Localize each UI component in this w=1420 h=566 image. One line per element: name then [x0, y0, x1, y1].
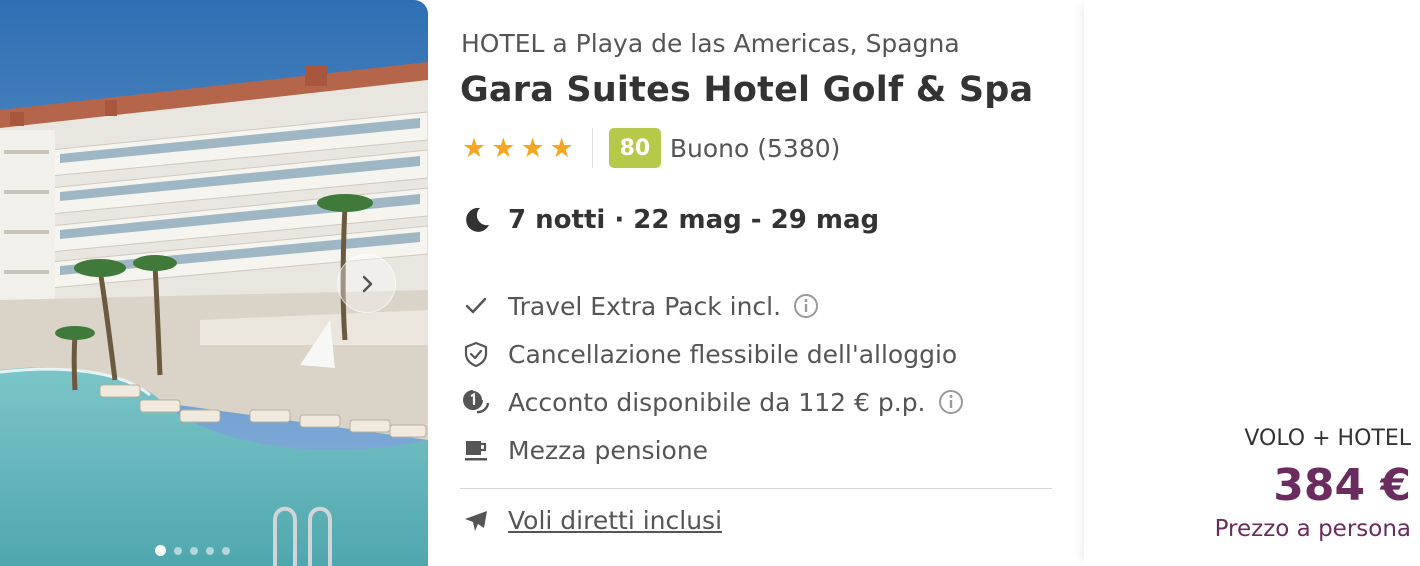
airplane-icon — [465, 510, 487, 531]
star-rating: ★ ★ ★ ★ — [462, 135, 574, 162]
gallery-dot[interactable] — [190, 546, 198, 555]
list-item: Cancellazione flessibile dell'alloggio — [462, 330, 964, 378]
feature-text: Cancellazione flessibile dell'alloggio — [508, 339, 958, 369]
hotel-name[interactable]: Gara Suites Hotel Golf & Spa — [460, 70, 1033, 110]
gallery-dots — [155, 545, 230, 556]
deposit-icon — [463, 390, 490, 414]
flight-info: Voli diretti inclusi — [462, 506, 722, 535]
price-panel[interactable]: VOLO + HOTEL 384 € Prezzo a persona — [1084, 0, 1420, 566]
list-item: Travel Extra Pack incl. — [462, 282, 964, 330]
divider — [460, 488, 1052, 489]
gallery-dot[interactable] — [155, 545, 166, 556]
gallery-dot[interactable] — [222, 546, 230, 555]
feature-text: Mezza pensione — [508, 435, 709, 465]
gallery-next-button[interactable] — [337, 254, 396, 313]
chevron-right-icon — [362, 275, 372, 292]
info-icon[interactable] — [793, 293, 819, 319]
stay-dates: 7 notti · 22 mag - 29 mag — [462, 205, 879, 235]
star-icon: ★ — [549, 132, 574, 164]
review-score-label[interactable]: Buono (5380) — [670, 134, 841, 163]
stay-dates-text: 7 notti · 22 mag - 29 mag — [508, 205, 880, 235]
hotel-image-gallery[interactable] — [0, 0, 428, 566]
shield-check-icon — [464, 341, 488, 367]
coffee-cup-icon — [465, 441, 487, 461]
hotel-info: HOTEL a Playa de las Americas, Spagna Ga… — [460, 0, 1055, 566]
star-icon: ★ — [520, 132, 545, 164]
star-icon: ★ — [491, 132, 516, 164]
feature-text: Travel Extra Pack incl. — [508, 291, 782, 321]
info-icon[interactable] — [938, 389, 964, 415]
rating-row: ★ ★ ★ ★ 80 Buono (5380) — [462, 128, 840, 168]
feature-text: Acconto disponibile da 112 € p.p. — [508, 387, 926, 417]
check-icon — [465, 297, 487, 314]
price-amount: 384 € — [1273, 460, 1411, 511]
gallery-dot[interactable] — [206, 546, 214, 555]
star-icon: ★ — [462, 132, 487, 164]
price-note: Prezzo a persona — [1214, 516, 1411, 542]
list-item: Acconto disponibile da 112 € p.p. — [462, 378, 964, 426]
moon-icon — [466, 207, 489, 232]
review-score-badge: 80 — [608, 128, 661, 168]
feature-list: Travel Extra Pack incl. Cancellazione fl… — [462, 282, 964, 474]
gallery-dot[interactable] — [174, 546, 182, 555]
package-type: VOLO + HOTEL — [1244, 426, 1411, 451]
list-item: Mezza pensione — [462, 426, 964, 474]
divider — [591, 128, 593, 168]
hotel-location: HOTEL a Playa de las Americas, Spagna — [461, 29, 960, 58]
direct-flights-link[interactable]: Voli diretti inclusi — [508, 506, 722, 535]
